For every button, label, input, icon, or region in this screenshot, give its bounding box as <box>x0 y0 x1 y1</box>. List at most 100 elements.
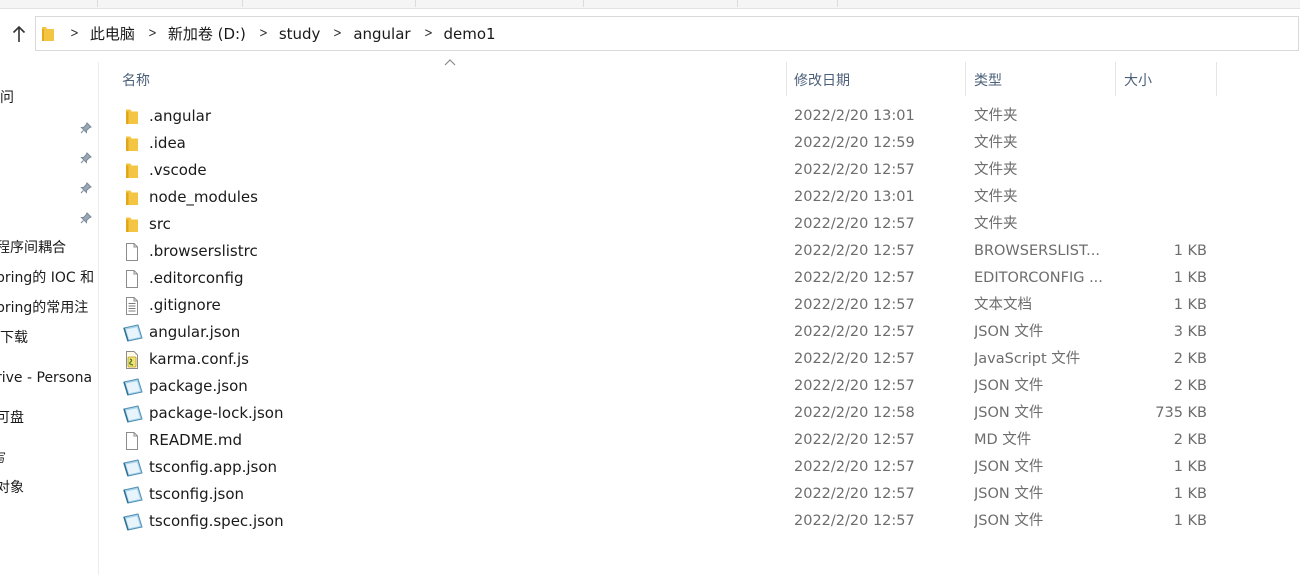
file-modified-date: 2022/2/20 12:57 <box>794 297 915 313</box>
file-name[interactable]: tsconfig.app.json <box>149 454 277 481</box>
file-modified-date: 2022/2/20 12:57 <box>794 486 915 502</box>
json-file-icon <box>123 513 143 531</box>
sidebar-item-quick-access[interactable]: 问 <box>0 87 14 109</box>
breadcrumb-item-angular[interactable]: angular <box>353 25 410 43</box>
file-name[interactable]: package-lock.json <box>149 400 283 427</box>
blank-file-icon <box>123 432 141 450</box>
file-size: 735 KB <box>1155 405 1207 421</box>
file-name[interactable]: angular.json <box>149 319 240 346</box>
column-header-size[interactable]: 大小 <box>1124 70 1152 92</box>
sidebar-item-partial[interactable]: 写 <box>0 447 6 469</box>
file-size: 2 KB <box>1173 432 1207 448</box>
breadcrumb-item-demo1[interactable]: demo1 <box>444 25 496 43</box>
file-row[interactable]: .idea 2022/2/20 12:59 文件夹 <box>99 130 1300 157</box>
file-type: 文件夹 <box>974 135 1018 151</box>
file-name[interactable]: karma.conf.js <box>149 346 249 373</box>
file-type: 文件夹 <box>974 216 1018 232</box>
file-row[interactable]: .angular 2022/2/20 13:01 文件夹 <box>99 103 1300 130</box>
folder-icon <box>123 189 141 207</box>
file-name[interactable]: .idea <box>149 130 186 157</box>
file-row[interactable]: tsconfig.app.json 2022/2/20 12:57 JSON 文件 1… <box>99 454 1300 481</box>
file-row[interactable]: karma.conf.js 2022/2/20 12:57 JavaScript 文… <box>99 346 1300 373</box>
file-name[interactable]: .angular <box>149 103 211 130</box>
breadcrumb-separator-icon[interactable]: > <box>334 26 343 41</box>
folder-icon <box>123 108 141 126</box>
column-divider[interactable] <box>786 62 787 96</box>
sidebar-item-downloads[interactable]: 下载 <box>0 327 28 349</box>
pin-icon <box>80 122 92 134</box>
column-divider[interactable] <box>1216 62 1217 96</box>
folder-icon <box>41 26 57 42</box>
file-row[interactable]: node_modules 2022/2/20 13:01 文件夹 <box>99 184 1300 211</box>
sidebar-item-objects[interactable]: 对象 <box>0 477 24 499</box>
folder-icon <box>123 135 141 153</box>
file-row[interactable]: .browserslistrc 2022/2/20 12:57 BROWSERSLI… <box>99 238 1300 265</box>
sidebar-item-pinned-2[interactable] <box>0 147 96 169</box>
sidebar-item-spring-ioc[interactable]: pring的 IOC 和 <box>0 267 94 289</box>
blank-file-icon <box>123 243 141 261</box>
file-row[interactable]: src 2022/2/20 12:57 文件夹 <box>99 211 1300 238</box>
file-name[interactable]: .editorconfig <box>149 265 243 292</box>
file-type: 文本文档 <box>974 297 1032 313</box>
file-name[interactable]: package.json <box>149 373 248 400</box>
breadcrumb-item-study[interactable]: study <box>279 25 321 43</box>
breadcrumb-separator-icon[interactable]: > <box>70 26 79 41</box>
file-row[interactable]: package.json 2022/2/20 12:57 JSON 文件 2 KB <box>99 373 1300 400</box>
sidebar-item-pinned-4[interactable] <box>0 207 96 229</box>
file-row[interactable]: tsconfig.spec.json 2022/2/20 12:57 JSON 文件… <box>99 508 1300 535</box>
sidebar-item-onedrive[interactable]: rive - Persona <box>0 367 92 389</box>
file-row[interactable]: package-lock.json 2022/2/20 12:58 JSON 文件 7… <box>99 400 1300 427</box>
file-name[interactable]: src <box>149 211 171 238</box>
sidebar-item-pinned-1[interactable] <box>0 117 96 139</box>
file-type: JSON 文件 <box>974 513 1044 529</box>
sidebar-item-disk[interactable]: 可盘 <box>0 407 24 429</box>
address-bar[interactable]: > 此电脑 > 新加卷 (D:) > study > angular > dem… <box>35 16 1299 51</box>
file-type: JSON 文件 <box>974 405 1044 421</box>
file-modified-date: 2022/2/20 12:59 <box>794 135 915 151</box>
blank-file-icon <box>123 270 141 288</box>
file-row[interactable]: .vscode 2022/2/20 12:57 文件夹 <box>99 157 1300 184</box>
file-row[interactable]: tsconfig.json 2022/2/20 12:57 JSON 文件 1 KB <box>99 481 1300 508</box>
file-type: JSON 文件 <box>974 324 1044 340</box>
file-name[interactable]: node_modules <box>149 184 258 211</box>
column-divider[interactable] <box>1115 62 1116 96</box>
file-modified-date: 2022/2/20 12:57 <box>794 162 915 178</box>
json-file-icon <box>123 378 143 396</box>
file-name[interactable]: tsconfig.json <box>149 481 244 508</box>
file-modified-date: 2022/2/20 12:58 <box>794 405 915 421</box>
breadcrumb-separator-icon[interactable]: > <box>259 26 268 41</box>
file-name[interactable]: .gitignore <box>149 292 221 319</box>
file-row[interactable]: .editorconfig 2022/2/20 12:57 EDITORCONFIG… <box>99 265 1300 292</box>
ribbon-divider <box>583 0 584 7</box>
ribbon-divider <box>97 0 98 7</box>
column-header-modified[interactable]: 修改日期 <box>794 70 850 92</box>
file-type: JSON 文件 <box>974 486 1044 502</box>
file-name[interactable]: README.md <box>149 427 242 454</box>
json-file-icon <box>123 486 143 504</box>
file-type: JavaScript 文件 <box>974 351 1081 367</box>
column-header-type[interactable]: 类型 <box>974 70 1002 92</box>
file-name[interactable]: .vscode <box>149 157 207 184</box>
file-name[interactable]: .browserslistrc <box>149 238 258 265</box>
sidebar-item-program-coupling[interactable]: 程序间耦合 <box>0 237 66 259</box>
file-size: 2 KB <box>1173 378 1207 394</box>
file-type: 文件夹 <box>974 108 1018 124</box>
file-row[interactable]: README.md 2022/2/20 12:57 MD 文件 2 KB <box>99 427 1300 454</box>
file-type: MD 文件 <box>974 432 1032 448</box>
column-divider[interactable] <box>965 62 966 96</box>
sidebar-item-pinned-3[interactable] <box>0 177 96 199</box>
file-name[interactable]: tsconfig.spec.json <box>149 508 284 535</box>
sidebar-item-spring-annotations[interactable]: pring的常用注 <box>0 297 88 319</box>
column-header-name[interactable]: 名称 <box>122 70 150 92</box>
breadcrumb-item-this-pc[interactable]: 此电脑 <box>90 23 135 44</box>
breadcrumb-separator-icon[interactable]: > <box>424 26 433 41</box>
file-row[interactable]: .gitignore 2022/2/20 12:57 文本文档 1 KB <box>99 292 1300 319</box>
navigation-pane: 问 程序间耦合 pring的 IOC 和 pring的常用注 下载 rive -… <box>0 62 99 575</box>
pin-icon <box>80 182 92 194</box>
breadcrumb-item-drive-d[interactable]: 新加卷 (D:) <box>168 23 246 44</box>
file-row[interactable]: angular.json 2022/2/20 12:57 JSON 文件 3 KB <box>99 319 1300 346</box>
sort-ascending-icon <box>444 59 456 66</box>
breadcrumb-separator-icon[interactable]: > <box>148 26 157 41</box>
file-modified-date: 2022/2/20 12:57 <box>794 270 915 286</box>
up-arrow-button[interactable] <box>8 22 30 46</box>
